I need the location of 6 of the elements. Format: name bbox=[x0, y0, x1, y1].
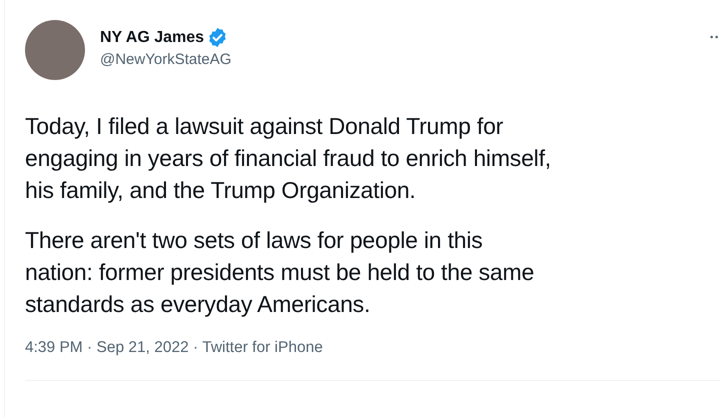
tweet-text: There aren't two sets of laws for people in this nation: former presidents must be held to the same standards as everyday Americans. bbox=[25, 226, 536, 319]
more-options-icon[interactable] bbox=[710, 35, 720, 39]
tweet-text: Today, I filed a lawsuit against Donald Trump for engaging in years of financial fraud to enrich himself, his family, and the Trump Organization. bbox=[25, 112, 552, 205]
author-name[interactable]: NY AG James bbox=[100, 28, 204, 48]
tweet-timestamp[interactable]: 4:39 PM · Sep 21, 2022 · Twitter for iPhone bbox=[25, 338, 720, 358]
author-handle[interactable]: @NewYorkStateAG bbox=[100, 50, 232, 70]
